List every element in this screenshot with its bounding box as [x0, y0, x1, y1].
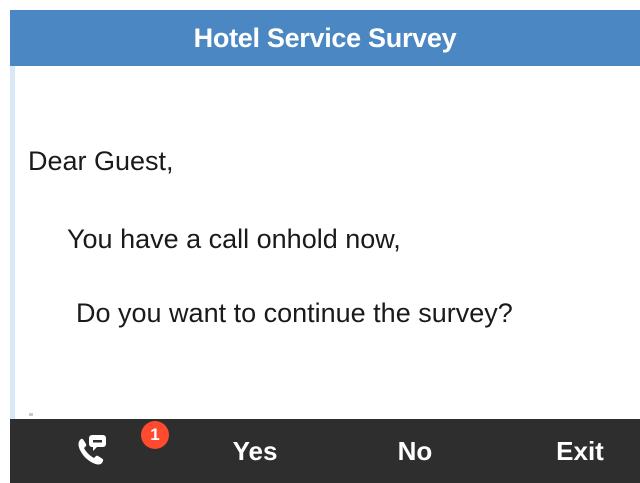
- greeting-text: Dear Guest,: [28, 146, 174, 176]
- yes-button[interactable]: Yes: [210, 419, 300, 483]
- page-title: Hotel Service Survey: [193, 22, 457, 53]
- phone-chat-icon: [78, 435, 106, 465]
- title-bar: Hotel Service Survey: [10, 10, 640, 66]
- no-button[interactable]: No: [375, 419, 455, 483]
- continue-survey-question: Do you want to continue the survey?: [76, 298, 513, 328]
- call-on-hold-text: You have a call onhold now,: [67, 224, 401, 254]
- message-body: Dear Guest, You have a call onhold now, …: [0, 66, 640, 419]
- exit-button[interactable]: Exit: [540, 419, 620, 483]
- softkey-bar: 1 Yes No Exit: [10, 419, 640, 483]
- held-call-count-badge: 1: [141, 421, 169, 449]
- survey-screen: Hotel Service Survey Dear Guest, You hav…: [0, 0, 640, 483]
- held-call-softkey[interactable]: 1: [10, 419, 180, 483]
